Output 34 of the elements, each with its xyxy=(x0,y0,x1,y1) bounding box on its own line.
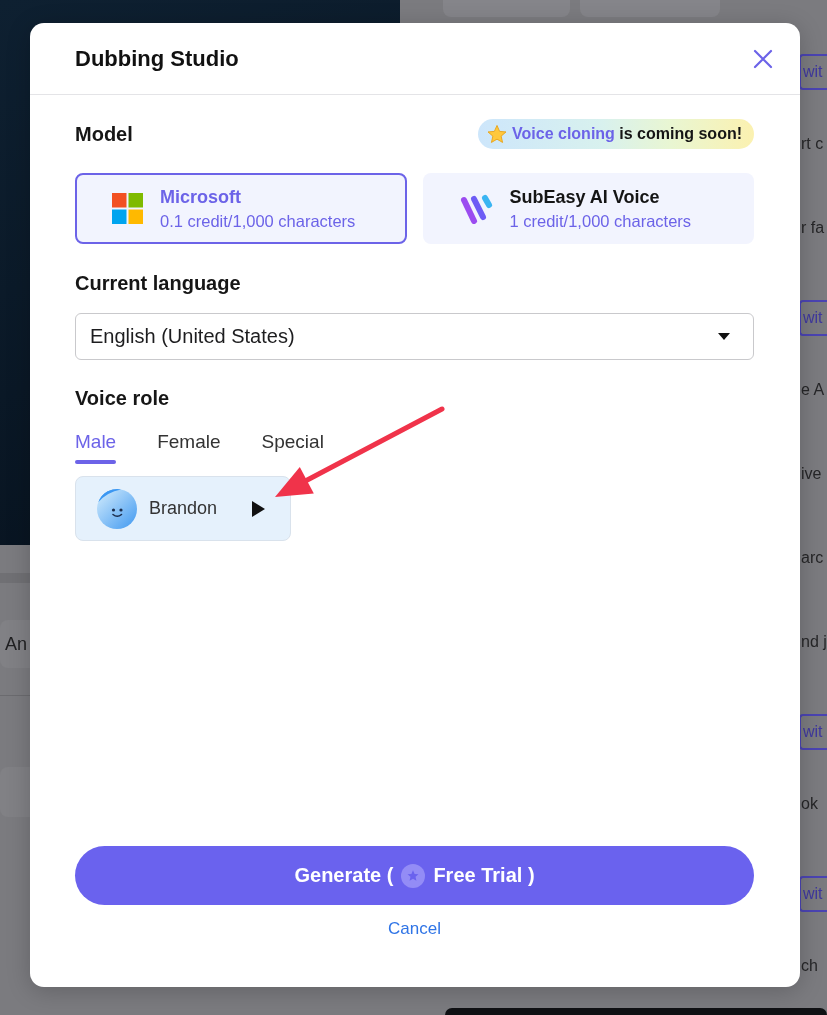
subtitle-text: nd j xyxy=(801,632,827,652)
subtitle-text: e A xyxy=(801,380,825,400)
language-select[interactable]: English (United States) xyxy=(75,313,754,360)
star-icon xyxy=(488,125,507,143)
model-option-card[interactable]: SubEasy AI Voice 1 credit/1,000 characters xyxy=(422,173,754,244)
notice-text: Voice cloning is coming soon! xyxy=(512,125,742,143)
subtitle-text: ch xyxy=(801,956,818,976)
dialog-title: Dubbing Studio xyxy=(75,45,239,72)
four-squares-icon xyxy=(112,193,143,224)
section-label: Model xyxy=(75,122,133,147)
voice-tab[interactable]: Male xyxy=(75,431,117,464)
section-label: Voice role xyxy=(75,386,170,411)
model-option-card[interactable]: Microsoft 0.1 credit/1,000 characters xyxy=(75,173,407,244)
close-button[interactable] xyxy=(753,48,773,69)
subtitle-text: rt c xyxy=(801,134,824,154)
voice-tab[interactable]: Special xyxy=(261,431,324,464)
star-coin-icon xyxy=(401,863,426,888)
section-label: Current language xyxy=(75,271,241,296)
close-icon xyxy=(753,48,773,69)
feature-link[interactable]: Voice cloning xyxy=(512,125,615,142)
stripes-logo-icon xyxy=(459,193,493,224)
generate-button[interactable]: Generate ( Free Trial ) xyxy=(75,846,754,905)
subtitle-text: r fa xyxy=(801,218,825,238)
play-button[interactable] xyxy=(252,500,265,517)
smiley-avatar-icon xyxy=(97,488,137,529)
play-icon xyxy=(252,500,265,517)
voice-card[interactable]: Brandon xyxy=(75,476,291,541)
subtitle-text: ive xyxy=(801,464,822,484)
subtitle-text: ok xyxy=(801,794,818,814)
row-text: An xyxy=(5,633,28,656)
voice-tab[interactable]: Female xyxy=(157,431,221,464)
caret-down-icon xyxy=(718,333,730,340)
cancel-button[interactable]: Cancel xyxy=(388,919,441,939)
subtitle-text: arc xyxy=(801,548,824,568)
